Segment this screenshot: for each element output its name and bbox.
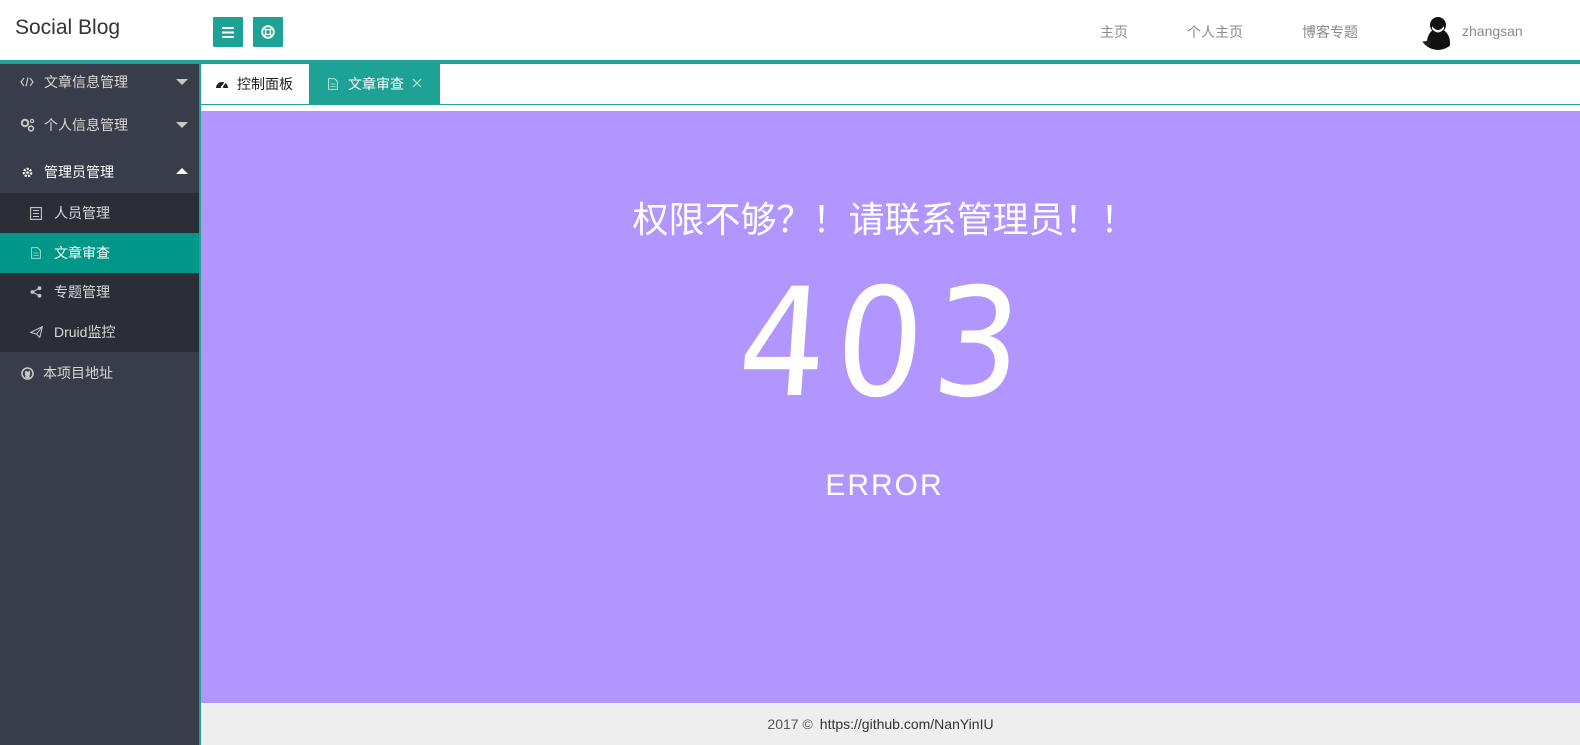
sidebar-item-druid-monitor[interactable]: Druid监控 (0, 312, 199, 352)
admin-submenu: 人员管理 文章审查 专题管理 Druid监控 (0, 193, 199, 352)
footer: 2017 © https://github.com/NanYinIU (201, 703, 1580, 745)
sidebar-item-admin[interactable]: 管理员管理 (0, 152, 199, 192)
toggle-sidebar-button[interactable] (213, 17, 243, 47)
avatar[interactable] (1419, 12, 1457, 50)
help-button[interactable] (253, 17, 283, 47)
tab-label: 文章审查 (348, 76, 404, 92)
close-icon[interactable] (411, 77, 423, 89)
sidebar-item-label: 人员管理 (54, 205, 110, 221)
sidebar-item-label: 本项目地址 (43, 365, 113, 381)
sidebar-item-label: 专题管理 (54, 284, 110, 300)
tab-bar: 控制面板 文章审查 (201, 64, 1580, 105)
sidebar-item-label: Druid监控 (54, 324, 116, 340)
lifebuoy-icon (261, 25, 275, 39)
list-icon (29, 206, 43, 220)
file-icon (29, 246, 43, 260)
share-icon (29, 285, 43, 299)
sidebar-item-label: 管理员管理 (44, 164, 114, 180)
permission-message: 权限不够？！请联系管理员！！ (632, 199, 1137, 240)
chevron-up-icon (176, 168, 188, 174)
dashboard-icon (215, 77, 229, 91)
code-icon (19, 74, 35, 90)
paper-plane-icon (29, 325, 43, 339)
sidebar-item-staff-management[interactable]: 人员管理 (0, 193, 199, 233)
sidebar-item-label: 文章信息管理 (44, 74, 128, 90)
tab-label: 控制面板 (237, 76, 293, 92)
github-icon (19, 365, 35, 381)
nav-profile-link[interactable]: 个人主页 (1187, 22, 1243, 42)
footer-github-link[interactable]: https://github.com/NanYinIU (820, 716, 994, 732)
hamburger-menu-icon (222, 26, 234, 38)
top-header: Social Blog 主页 个人主页 博客专题 zhangsan (0, 0, 1580, 60)
nav-home-link[interactable]: 主页 (1100, 22, 1128, 42)
sidebar-item-label: 个人信息管理 (44, 117, 128, 133)
gears-icon (19, 117, 35, 133)
sidebar-item-project-address[interactable]: 本项目地址 (0, 353, 199, 393)
tab-dashboard[interactable]: 控制面板 (201, 64, 309, 104)
sidebar-item-article-review[interactable]: 文章审查 (0, 233, 199, 273)
error-panel: 权限不够？！请联系管理员！！ 403 ERROR (201, 111, 1580, 703)
tab-article-review[interactable]: 文章审查 (309, 64, 440, 104)
chevron-down-icon (176, 79, 188, 85)
sidebar: 文章信息管理 个人信息管理 管理员管理 本项目地址 (0, 64, 199, 745)
error-code: 403 (732, 257, 1037, 431)
nav-blog-topics-link[interactable]: 博客专题 (1302, 22, 1358, 42)
sidebar-item-article-info[interactable]: 文章信息管理 (0, 62, 199, 102)
user-avatar-image (1419, 12, 1457, 50)
sidebar-item-topic-management[interactable]: 专题管理 (0, 272, 199, 312)
sidebar-item-label: 文章审查 (54, 245, 110, 261)
gear-icon (19, 164, 35, 180)
error-label: ERROR (825, 469, 944, 502)
brand-title[interactable]: Social Blog (15, 16, 120, 40)
chevron-down-icon (176, 122, 188, 128)
username-label[interactable]: zhangsan (1462, 23, 1523, 39)
sidebar-item-personal-info[interactable]: 个人信息管理 (0, 105, 199, 145)
file-icon (326, 77, 340, 91)
footer-copyright: 2017 © (767, 716, 813, 732)
